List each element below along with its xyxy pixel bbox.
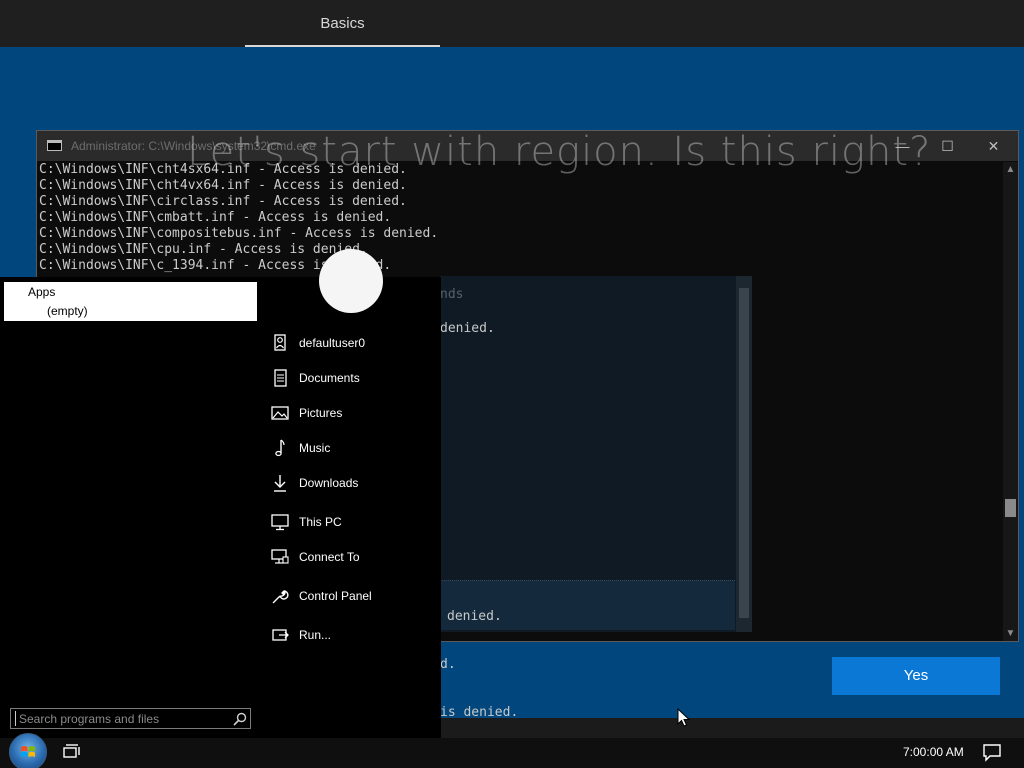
place-connect-to[interactable]: Connect To (270, 545, 435, 569)
search-icon[interactable] (232, 711, 248, 727)
console-line: C:\Windows\INF\cht4sx64.inf - Access is … (39, 162, 407, 177)
console-line-fragment: denied. (440, 321, 495, 336)
place-label: Pictures (299, 406, 343, 420)
apps-empty-item: (empty) (47, 304, 88, 318)
oobe-header: Basics (0, 0, 1024, 47)
apps-root-item[interactable]: Apps (28, 285, 55, 299)
place-label: Downloads (299, 476, 359, 490)
place-defaultuser0[interactable]: defaultuser0 (270, 331, 435, 355)
console-line: C:\Windows\INF\compositebus.inf - Access… (39, 226, 439, 241)
place-pictures[interactable]: Pictures (270, 401, 435, 425)
console-line-fragment: denied. (447, 609, 502, 624)
music-icon (275, 439, 285, 457)
console-line: C:\Windows\INF\cpu.inf - Access is denie… (39, 242, 368, 257)
computer-icon (271, 514, 289, 531)
place-this-pc[interactable]: This PC (270, 510, 435, 534)
console-line: C:\Windows\INF\cmbatt.inf - Access is de… (39, 210, 392, 225)
console-titlebar[interactable]: Administrator: C:\Windows\system32\cmd.e… (37, 131, 1018, 173)
user-icon (274, 334, 286, 351)
start-search-box[interactable] (10, 708, 251, 729)
mouse-cursor-icon (677, 708, 691, 727)
run-icon (272, 629, 289, 641)
tab-basics[interactable]: Basics (245, 0, 440, 47)
scroll-up-icon[interactable]: ▲ (1003, 162, 1018, 177)
place-label: defaultuser0 (299, 336, 366, 350)
place-label: Documents (299, 371, 360, 385)
scroll-thumb[interactable] (1005, 499, 1016, 517)
place-control-panel[interactable]: Control Panel (270, 584, 435, 608)
network-icon (271, 549, 289, 564)
place-label: Music (299, 441, 331, 455)
search-input[interactable] (15, 711, 227, 726)
place-documents[interactable]: Documents (270, 366, 435, 390)
yes-button[interactable]: Yes (832, 657, 1000, 695)
taskbar (0, 738, 1024, 768)
action-center-icon[interactable] (982, 742, 1002, 762)
console-fragments: denied. d. is denied. (440, 577, 518, 737)
place-run[interactable]: Run... (270, 623, 435, 647)
maximize-button[interactable]: ☐ (925, 131, 970, 161)
place-label: Control Panel (299, 589, 372, 603)
document-icon (274, 369, 287, 387)
background-panel-heading: nds (440, 287, 464, 302)
console-line-fragment: d. (440, 657, 456, 672)
console-scrollbar[interactable]: ▲ ▼ (1003, 162, 1018, 641)
apps-list[interactable]: Apps (empty) (4, 282, 257, 321)
console-line: C:\Windows\INF\circlass.inf - Access is … (39, 194, 407, 209)
place-label: Run... (299, 628, 332, 642)
scroll-down-icon[interactable]: ▼ (1003, 626, 1018, 641)
place-label: Connect To (299, 550, 360, 564)
place-label: This PC (299, 515, 342, 529)
console-line-fragment: is denied. (440, 705, 519, 720)
task-view-icon[interactable] (62, 743, 82, 761)
place-downloads[interactable]: Downloads (270, 471, 435, 495)
close-button[interactable]: ✕ (971, 131, 1016, 161)
console-line: C:\Windows\INF\cht4vx64.inf - Access is … (39, 178, 407, 193)
console-line: C:\Windows\INF\c_1394.inf - Access is de… (39, 258, 392, 273)
wrench-icon (272, 590, 289, 604)
download-icon (274, 475, 286, 492)
background-panel-thumb (739, 288, 749, 618)
taskbar-clock[interactable]: 7:00:00 AM (903, 745, 964, 759)
minimize-button[interactable]: — (880, 131, 925, 161)
picture-icon (271, 406, 289, 420)
console-icon (47, 140, 62, 151)
avatar[interactable] (319, 249, 383, 313)
windows-logo-icon (21, 746, 35, 757)
place-music[interactable]: Music (270, 436, 435, 460)
